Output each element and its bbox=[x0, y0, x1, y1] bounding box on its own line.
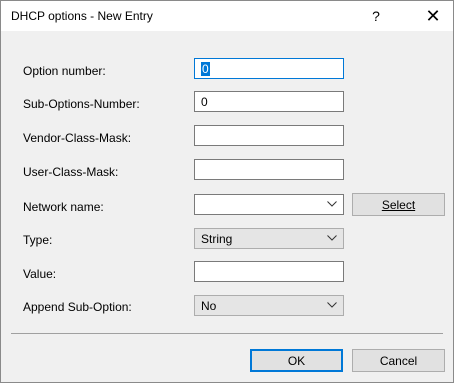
sub-options-number-label: Sub-Options-Number: bbox=[23, 97, 140, 111]
title-bar: DHCP options - New Entry ? ✕ bbox=[1, 1, 453, 31]
option-number-field[interactable]: 0 bbox=[194, 58, 344, 79]
dhcp-options-dialog: DHCP options - New Entry ? ✕ Option numb… bbox=[0, 0, 454, 383]
chevron-down-icon[interactable] bbox=[327, 235, 337, 241]
option-number-label: Option number: bbox=[23, 64, 106, 78]
option-number-value: 0 bbox=[201, 62, 210, 76]
chevron-down-icon[interactable] bbox=[327, 201, 337, 207]
help-icon[interactable]: ? bbox=[361, 1, 391, 31]
value-label: Value: bbox=[23, 267, 57, 281]
ok-button[interactable]: OK bbox=[250, 349, 343, 372]
cancel-button[interactable]: Cancel bbox=[352, 349, 445, 372]
append-sub-option-value: No bbox=[201, 299, 217, 313]
user-class-mask-label: User-Class-Mask: bbox=[23, 165, 119, 179]
separator bbox=[11, 333, 443, 334]
select-button-label: Select bbox=[381, 197, 416, 212]
network-name-combobox[interactable] bbox=[194, 194, 344, 215]
type-dropdown[interactable]: String bbox=[194, 228, 344, 249]
window-title: DHCP options - New Entry bbox=[11, 9, 153, 23]
append-sub-option-dropdown[interactable]: No bbox=[194, 295, 344, 316]
type-value: String bbox=[201, 232, 233, 246]
vendor-class-mask-label: Vendor-Class-Mask: bbox=[23, 131, 132, 145]
vendor-class-mask-field[interactable] bbox=[194, 125, 344, 146]
append-sub-option-label: Append Sub-Option: bbox=[23, 300, 132, 314]
value-field[interactable] bbox=[194, 261, 344, 282]
close-icon[interactable]: ✕ bbox=[415, 1, 451, 31]
select-button[interactable]: Select bbox=[352, 193, 445, 216]
network-name-label: Network name: bbox=[23, 200, 104, 214]
user-class-mask-field[interactable] bbox=[194, 159, 344, 180]
sub-options-number-field[interactable]: 0 bbox=[194, 91, 344, 112]
type-label: Type: bbox=[23, 233, 53, 247]
chevron-down-icon[interactable] bbox=[327, 302, 337, 308]
